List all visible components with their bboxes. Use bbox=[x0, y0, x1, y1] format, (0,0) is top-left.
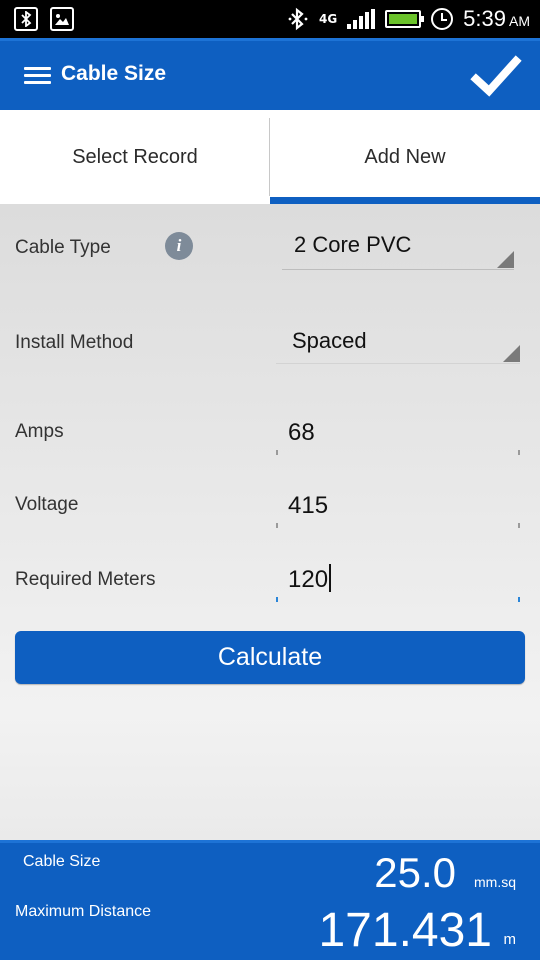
required-meters-label: Required Meters bbox=[15, 569, 156, 590]
cable-form: Cable Type i 2 Core PVC Install Method S… bbox=[0, 204, 540, 840]
bluetooth-notification-icon bbox=[14, 7, 38, 31]
amps-label: Amps bbox=[15, 421, 64, 442]
cable-type-select[interactable]: 2 Core PVC bbox=[282, 222, 514, 270]
install-method-select[interactable]: Spaced bbox=[276, 316, 520, 364]
app-bar: Cable Size bbox=[0, 38, 540, 110]
cable-size-unit: mm.sq bbox=[474, 874, 516, 890]
max-distance-label: Maximum Distance bbox=[15, 903, 152, 920]
dropdown-arrow-icon bbox=[497, 251, 514, 268]
hamburger-menu-icon[interactable] bbox=[24, 67, 51, 85]
text-cursor bbox=[329, 563, 332, 592]
required-meters-input[interactable]: 120 bbox=[276, 562, 520, 602]
cable-type-label: Cable Type bbox=[15, 237, 111, 258]
clock-time: 5:39 bbox=[463, 6, 506, 31]
cable-size-value: 25.0 bbox=[374, 849, 456, 896]
tab-selected-indicator bbox=[270, 197, 540, 204]
amps-input[interactable]: 68 bbox=[276, 415, 520, 455]
clock-ampm: AM bbox=[509, 13, 530, 29]
dropdown-arrow-icon bbox=[503, 345, 520, 362]
network-type-label: 4G bbox=[318, 12, 338, 26]
bluetooth-icon bbox=[287, 7, 309, 31]
clock: 5:39 AM bbox=[463, 6, 530, 32]
voltage-input[interactable]: 415 bbox=[276, 488, 520, 528]
notification-icons bbox=[14, 7, 74, 31]
info-icon[interactable]: i bbox=[165, 232, 193, 260]
cable-type-value: 2 Core PVC bbox=[294, 232, 412, 257]
cable-type-underline bbox=[282, 269, 514, 270]
tab-add-new[interactable]: Add New bbox=[270, 110, 540, 204]
max-distance-value: 171.431 bbox=[318, 904, 492, 957]
status-bar: 4G 5:39 AM bbox=[0, 0, 540, 38]
calculate-button[interactable]: Calculate bbox=[15, 631, 525, 684]
install-method-label: Install Method bbox=[15, 332, 134, 353]
install-method-underline bbox=[276, 363, 520, 364]
image-notification-icon bbox=[50, 7, 74, 31]
results-panel: Cable Size 25.0 mm.sq Maximum Distance 1… bbox=[0, 840, 540, 960]
tab-select-record[interactable]: Select Record bbox=[0, 110, 270, 204]
network-4g-icon: 4G bbox=[319, 13, 337, 25]
required-meters-field-text: 120 bbox=[288, 563, 332, 594]
alarm-icon bbox=[431, 8, 454, 30]
system-icons: 4G 5:39 AM bbox=[287, 0, 530, 38]
voltage-label: Voltage bbox=[15, 494, 79, 515]
install-method-value: Spaced bbox=[292, 328, 367, 353]
voltage-value: 415 bbox=[288, 492, 329, 519]
app-title[interactable]: Cable Size bbox=[61, 62, 166, 86]
battery-icon bbox=[385, 10, 425, 28]
max-distance-unit: m bbox=[503, 931, 517, 948]
confirm-button[interactable] bbox=[470, 53, 522, 101]
cable-size-label: Cable Size bbox=[23, 853, 101, 870]
amps-value: 68 bbox=[288, 419, 315, 446]
checkmark-icon bbox=[470, 55, 522, 97]
signal-icon bbox=[347, 9, 376, 29]
battery-level bbox=[389, 14, 418, 24]
tab-bar: Select Record Add New bbox=[0, 110, 540, 204]
required-meters-value: 120 bbox=[288, 566, 329, 593]
